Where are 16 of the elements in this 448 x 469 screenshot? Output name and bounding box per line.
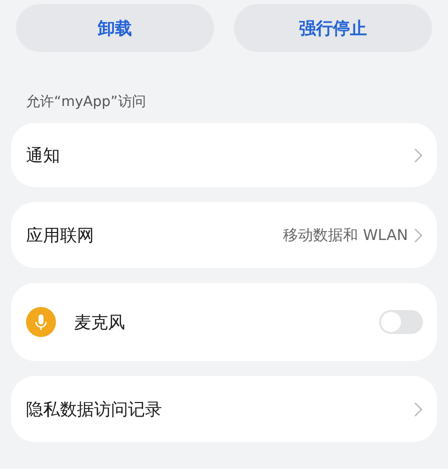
row-label: 隐私数据访问记录 — [26, 398, 163, 420]
toggle-switch[interactable] — [379, 310, 423, 334]
settings-row[interactable]: 隐私数据访问记录 — [11, 376, 437, 442]
settings-row[interactable]: 应用联网 移动数据和 WLAN — [11, 202, 437, 268]
chevron-right-icon — [414, 148, 423, 162]
action-button[interactable]: 强行停止 — [234, 4, 432, 52]
action-button[interactable]: 卸载 — [16, 4, 214, 52]
row-value: 移动数据和 WLAN — [283, 226, 408, 244]
row-label: 通知 — [26, 144, 61, 166]
row-label: 应用联网 — [26, 224, 95, 246]
section-title: 允许“myApp”访问 — [26, 93, 147, 112]
settings-row[interactable]: 通知 — [11, 123, 437, 187]
row-label: 麦克风 — [74, 312, 126, 334]
microphone-icon — [26, 307, 56, 337]
chevron-right-icon — [414, 402, 423, 416]
chevron-right-icon — [414, 228, 423, 242]
